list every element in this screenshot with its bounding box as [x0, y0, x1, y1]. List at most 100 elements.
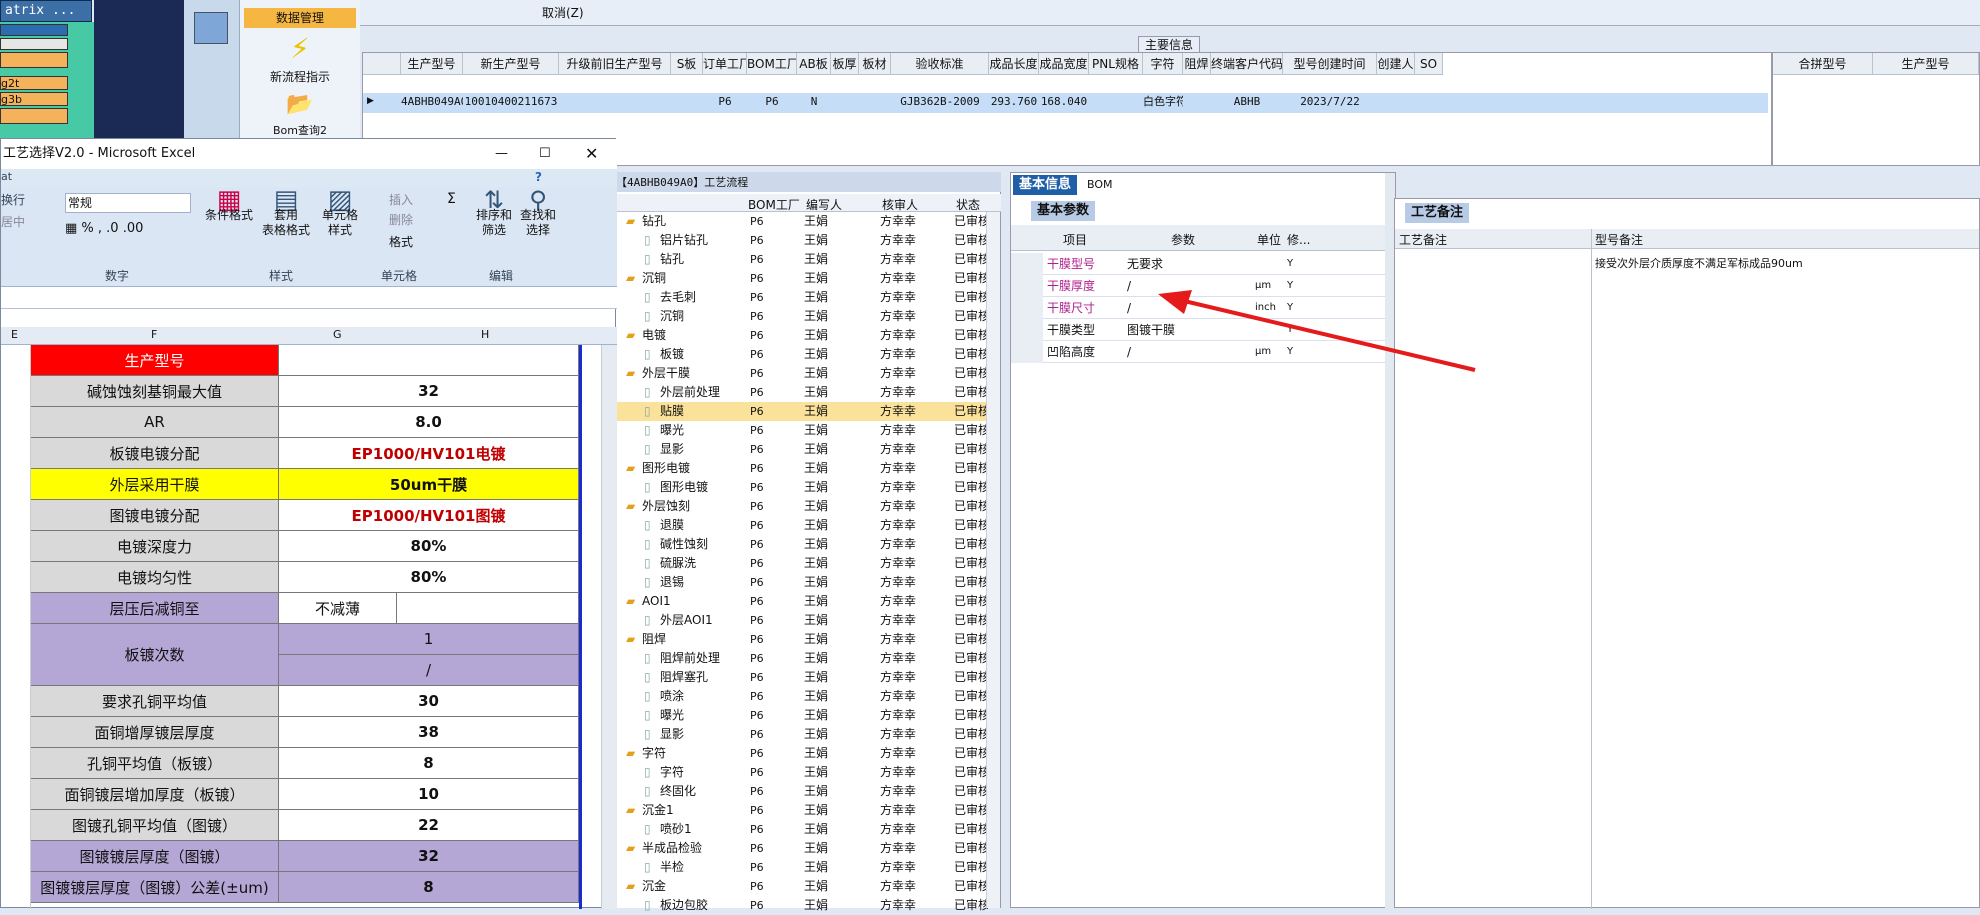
tree-row[interactable]: ▯ 退膜 P6 王娟 方幸幸 已审核	[616, 516, 991, 535]
insert-button[interactable]: 插入	[389, 191, 413, 208]
tree-row[interactable]: ▯ 显影 P6 王娟 方幸幸 已审核	[616, 440, 991, 459]
tab-craft-notes[interactable]: 工艺备注	[1405, 203, 1470, 223]
sheet-label-cell[interactable]: 生产型号	[31, 345, 279, 376]
main-info-cell[interactable]: 4ABHB049A0	[401, 93, 463, 111]
wrap-text-button[interactable]: 换行	[1, 191, 25, 208]
ribbon-tab[interactable]: at	[1, 170, 12, 183]
tree-row[interactable]: ▰ AOI1 P6 王娟 方幸幸 已审核	[616, 592, 991, 611]
main-info-cell[interactable]	[1183, 93, 1211, 111]
sheet-value-cell[interactable]: EP1000/HV101电镀	[279, 438, 579, 469]
tree-row[interactable]: ▯ 半检 P6 王娟 方幸幸 已审核	[616, 858, 991, 877]
main-info-cell[interactable]: 2023/7/22	[1283, 93, 1377, 111]
tree-row[interactable]: ▯ 贴膜 P6 王娟 方幸幸 已审核	[616, 402, 991, 421]
matrix-window-title[interactable]: atrix ...	[0, 0, 92, 22]
sheet-value-cell[interactable]: /	[279, 655, 579, 686]
main-info-cell[interactable]: 168.040	[1039, 93, 1089, 111]
model-note-text[interactable]: 接受次外层介质厚度不满足军标成品90um	[1595, 255, 1803, 271]
sheet-label-cell[interactable]: 板镀次数	[31, 624, 279, 686]
main-info-cell[interactable]: 10010400211673	[463, 93, 559, 111]
tree-row[interactable]: ▯ 外层AOI1 P6 王娟 方幸幸 已审核	[616, 611, 991, 630]
tab-basic-params[interactable]: 基本参数	[1031, 201, 1096, 221]
sheet-label-cell[interactable]: 图镀镀层厚度（图镀）公差(±um)	[31, 872, 279, 903]
sheet-value-cell[interactable]: 80%	[279, 531, 579, 562]
sheet-label-cell[interactable]: AR	[31, 407, 279, 438]
sheet-label-cell[interactable]: 面铜镀层增加厚度（板镀）	[31, 779, 279, 810]
main-info-cell[interactable]: 293.760	[989, 93, 1039, 111]
tree-row[interactable]: ▯ 曝光 P6 王娟 方幸幸 已审核	[616, 421, 991, 440]
tree-row[interactable]: ▰ 钻孔 P6 王娟 方幸幸 已审核	[616, 212, 991, 231]
tree-row[interactable]: ▰ 电镀 P6 王娟 方幸幸 已审核	[616, 326, 991, 345]
menu-new-flow[interactable]: 新流程指示	[244, 68, 356, 85]
sheet-label-cell[interactable]: 碱蚀蚀刻基铜最大值	[31, 376, 279, 407]
tree-row[interactable]: ▯ 去毛刺 P6 王娟 方幸幸 已审核	[616, 288, 991, 307]
tree-row[interactable]: ▯ 喷砂1 P6 王娟 方幸幸 已审核	[616, 820, 991, 839]
sheet-value-cell[interactable]: 8.0	[279, 407, 579, 438]
sheet-value-cell[interactable]: 80%	[279, 562, 579, 593]
tree-row[interactable]: ▯ 字符 P6 王娟 方幸幸 已审核	[616, 763, 991, 782]
sheet-label-cell[interactable]: 外层采用干膜	[31, 469, 279, 500]
sheet-value-cell[interactable]: 1	[279, 624, 579, 655]
tree-row[interactable]: ▯ 碱性蚀刻 P6 王娟 方幸幸 已审核	[616, 535, 991, 554]
tree-row[interactable]: ▯ 硫脲洗 P6 王娟 方幸幸 已审核	[616, 554, 991, 573]
tree-node-label[interactable]: 图形电镀	[642, 459, 752, 478]
tree-node-label[interactable]: 沉金	[642, 877, 752, 896]
sheet-label-cell[interactable]: 层压后减铜至	[31, 593, 279, 624]
cell-style-button[interactable]: ▨ 单元格 样式	[317, 187, 363, 238]
sheet-empty-cell[interactable]	[397, 593, 579, 624]
sheet-value-cell[interactable]: 38	[279, 717, 579, 748]
tree-row[interactable]: ▰ 外层干膜 P6 王娟 方幸幸 已审核	[616, 364, 991, 383]
tree-row[interactable]: ▰ 阻焊 P6 王娟 方幸幸 已审核	[616, 630, 991, 649]
find-select-button[interactable]: ⚲ 查找和 选择	[515, 188, 561, 238]
sheet-value-cell[interactable]: 22	[279, 810, 579, 841]
tree-node-label[interactable]: 阻焊	[642, 630, 752, 649]
sheet-label-cell[interactable]: 图镀电镀分配	[31, 500, 279, 531]
tree-row[interactable]: ▰ 沉金1 P6 王娟 方幸幸 已审核	[616, 801, 991, 820]
main-info-cell[interactable]	[1089, 93, 1143, 111]
main-info-cell[interactable]	[671, 93, 703, 111]
sheet-label-cell[interactable]: 面铜增厚镀层厚度	[31, 717, 279, 748]
minimize-icon[interactable]: —	[495, 139, 508, 169]
sheet-label-cell[interactable]: 板镀电镀分配	[31, 438, 279, 469]
tree-row[interactable]: ▯ 曝光 P6 王娟 方幸幸 已审核	[616, 706, 991, 725]
tree-row[interactable]: ▯ 铝片钻孔 P6 王娟 方幸幸 已审核	[616, 231, 991, 250]
tree-node-label[interactable]: 外层干膜	[642, 364, 752, 383]
sheet-value-cell[interactable]	[279, 345, 579, 376]
sheet-label-cell[interactable]: 图镀孔铜平均值（图镀）	[31, 810, 279, 841]
sheet-grid[interactable]: 生产型号 碱蚀蚀刻基铜最大值 32 AR 8.0 板镀电镀分配 EP1000/HV101电镀…	[1, 345, 601, 909]
sheet-value-cell[interactable]: 8	[279, 872, 579, 903]
number-format-buttons[interactable]: ▦ % , .0 .00	[65, 221, 143, 236]
main-info-cell[interactable]: P6	[703, 93, 747, 111]
tree-row[interactable]: ▰ 沉铜 P6 王娟 方幸幸 已审核	[616, 269, 991, 288]
tree-row[interactable]: ▯ 板镀 P6 王娟 方幸幸 已审核	[616, 345, 991, 364]
sheet-value-cell[interactable]: 8	[279, 748, 579, 779]
tree-row[interactable]: ▯ 钻孔 P6 王娟 方幸幸 已审核	[616, 250, 991, 269]
tree-row[interactable]: ▯ 沉铜 P6 王娟 方幸幸 已审核	[616, 307, 991, 326]
close-icon[interactable]: ✕	[585, 139, 598, 169]
tree-row[interactable]: ▯ 喷涂 P6 王娟 方幸幸 已审核	[616, 687, 991, 706]
sheet-value-cell[interactable]: 10	[279, 779, 579, 810]
cancel-button[interactable]: 取消(Z)	[542, 4, 584, 21]
sheet-value-cell[interactable]: 不减薄	[279, 593, 397, 624]
sheet-value-cell[interactable]: EP1000/HV101图镀	[279, 500, 579, 531]
sheet-scrollbar[interactable]	[601, 345, 617, 909]
sum-icon[interactable]: Σ	[447, 191, 456, 207]
tree-scrollbar[interactable]	[986, 212, 1000, 908]
menu-bom-query[interactable]: Bom查询2	[244, 122, 356, 138]
tree-node-label[interactable]: 字符	[642, 744, 752, 763]
main-info-cell[interactable]	[1415, 93, 1443, 111]
param-value[interactable]: 无要求	[1127, 253, 1251, 275]
main-info-cell[interactable]: GJB362B-2009	[891, 93, 989, 111]
tree-row[interactable]: ▯ 显影 P6 王娟 方幸幸 已审核	[616, 725, 991, 744]
process-tab[interactable]: 【4ABHB049A0】工艺流程	[616, 174, 748, 190]
main-info-cell[interactable]	[1377, 93, 1415, 111]
conditional-format-button[interactable]: ▦ 条件格式	[203, 187, 255, 223]
main-info-cell[interactable]	[559, 93, 671, 111]
main-info-cell[interactable]	[831, 93, 859, 111]
tree-row[interactable]: ▯ 图形电镀 P6 王娟 方幸幸 已审核	[616, 478, 991, 497]
tab-bom[interactable]: BOM	[1081, 175, 1119, 195]
tree-node-label[interactable]: 外层蚀刻	[642, 497, 752, 516]
tree-row[interactable]: ▯ 外层前处理 P6 王娟 方幸幸 已审核	[616, 383, 991, 402]
tree-node-label[interactable]: 钻孔	[642, 212, 752, 231]
sheet-label-cell[interactable]: 电镀均匀性	[31, 562, 279, 593]
maximize-icon[interactable]: ☐	[539, 139, 551, 169]
